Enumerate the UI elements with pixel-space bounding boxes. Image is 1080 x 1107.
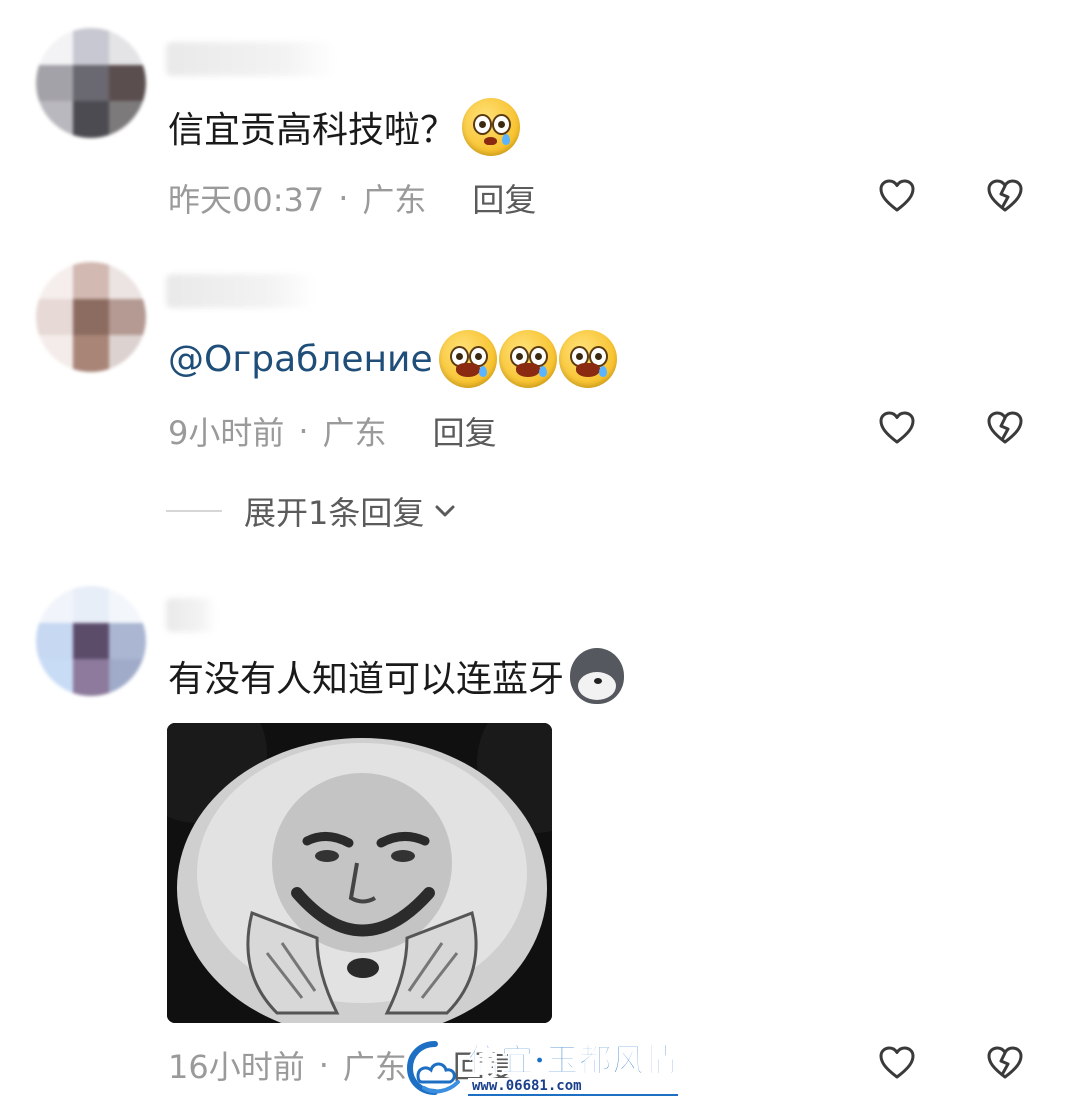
comment-text-content: 有没有人知道可以连蓝牙 [168,659,565,700]
comment-text: 信宜贡高科技啦？ [168,98,521,156]
emoji-crying-icon [558,330,617,388]
watermark-title: 信宜·玉都风情 [467,1041,679,1079]
mention-link[interactable]: @Ограбление [168,339,433,380]
separator: · [298,412,309,450]
watermark-url: www.06681.com [468,1078,679,1096]
location: 广东 [362,181,427,219]
username-blurred[interactable] [166,274,316,308]
avatar[interactable] [36,262,146,372]
comment-text: @Ограбление [168,330,617,388]
avatar[interactable] [36,586,146,696]
like-heart-icon[interactable] [877,176,917,216]
chevron-down-icon [435,505,455,517]
reply-button[interactable]: 回复 [433,408,497,454]
expand-label: 展开1条回复 [244,494,425,532]
site-watermark: 信宜·玉都风情 www.06681.com [404,1038,679,1100]
dislike-broken-heart-icon[interactable] [985,408,1025,448]
separator: · [338,179,349,217]
emoji-crying-icon [498,330,557,388]
username-blurred[interactable] [166,598,216,632]
emoji-tearful-icon [462,98,521,156]
expand-replies-button[interactable]: 展开1条回复 [166,488,458,534]
comment-text: 有没有人知道可以连蓝牙 [168,648,625,704]
dislike-broken-heart-icon[interactable] [985,1043,1025,1083]
timestamp: 16小时前 [168,1048,305,1086]
like-heart-icon[interactable] [877,1043,917,1083]
timestamp: 昨天00:37 [168,181,325,219]
username-blurred[interactable] [166,42,336,76]
expand-divider [166,510,222,512]
dislike-broken-heart-icon[interactable] [985,176,1025,216]
avatar[interactable] [36,28,146,138]
location: 广东 [342,1048,407,1086]
timestamp: 9小时前 [168,414,285,452]
like-heart-icon[interactable] [877,408,917,448]
location: 广东 [322,414,387,452]
reply-button[interactable]: 回复 [472,175,536,221]
comment-meta: 9小时前 · 广东 回复 [168,408,497,454]
separator: · [318,1046,329,1084]
cloud-logo-icon [406,1041,460,1095]
emoji-crying-icon [438,330,497,388]
meme-panda-face-image[interactable] [167,723,552,1023]
emoji-husky-icon [570,648,625,704]
comment-meta: 昨天00:37 · 广东 回复 [168,175,536,221]
comment-text-content: 信宜贡高科技啦？ [168,110,457,151]
